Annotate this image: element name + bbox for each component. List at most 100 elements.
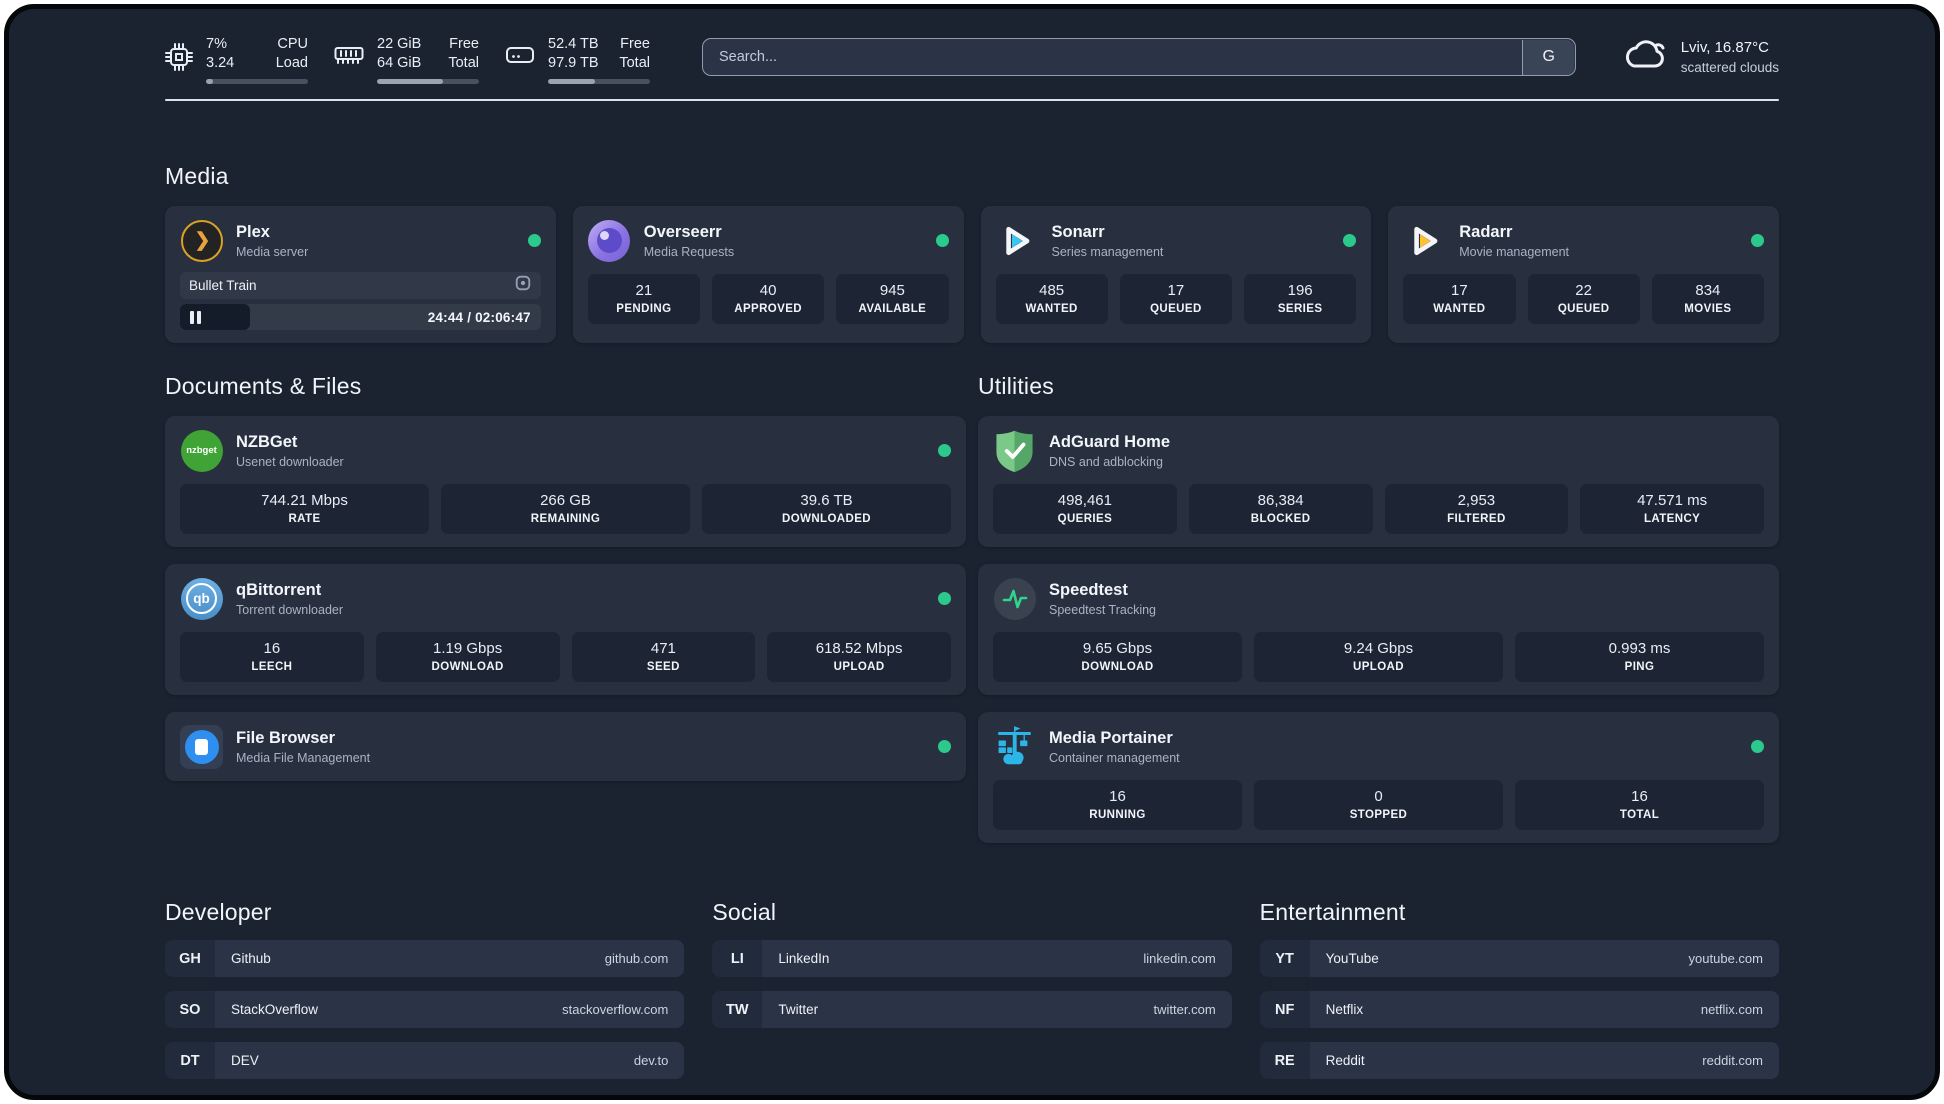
weather-condition: scattered clouds	[1680, 59, 1779, 75]
stat-box: 498,461 QUERIES	[993, 484, 1177, 535]
cpu-usage-value: 7%	[206, 36, 227, 52]
status-dot	[1751, 740, 1764, 754]
sonarr-icon	[996, 219, 1039, 262]
bookmark-name: Reddit	[1325, 1053, 1365, 1069]
speedtest-icon	[993, 577, 1036, 620]
disk-total-value: 97.9 TB	[548, 55, 599, 72]
service-card-portainer[interactable]: Media Portainer Container management 16 …	[978, 712, 1779, 844]
stat-box: 1.19 Gbps DOWNLOAD	[375, 632, 560, 683]
stat-box: 618.52 Mbps UPLOAD	[767, 632, 951, 683]
section-documents: Documents & Files nzbget NZBGet Usenet d…	[165, 373, 966, 782]
radarr-icon	[1403, 219, 1446, 262]
section-social: Social LI LinkedIn linkedin.com TW Twitt…	[712, 899, 1232, 1079]
topbar-divider	[165, 99, 1779, 102]
playback-time: 24:44 / 02:06:47	[427, 309, 531, 325]
memory-free-value: 22 GiB	[377, 36, 422, 52]
bookmark-url: dev.to	[633, 1053, 669, 1069]
entertainment-section-title: Entertainment	[1259, 899, 1406, 926]
search-bar: G	[702, 38, 1576, 76]
stat-box: 9.65 Gbps DOWNLOAD	[993, 632, 1242, 683]
nzbget-icon: nzbget	[180, 429, 223, 472]
bookmark-stackoverflow[interactable]: SO StackOverflow stackoverflow.com	[165, 991, 685, 1029]
dashboard-content: 7% 3.24 CPU Load 22 GiB 64 GiB Free Tota…	[9, 9, 1935, 1095]
service-card-qbittorrent[interactable]: qb qBittorrent Torrent downloader 16 LEE…	[165, 564, 966, 696]
bookmark-url: netflix.com	[1700, 1002, 1763, 1018]
cpu-load-label: Load	[275, 55, 308, 72]
pause-icon[interactable]	[190, 310, 201, 324]
bookmark-youtube[interactable]: YT YouTube youtube.com	[1259, 940, 1779, 978]
bookmark-netflix[interactable]: NF Netflix netflix.com	[1259, 991, 1779, 1029]
stat-box: 0 STOPPED	[1254, 780, 1503, 831]
service-description: DNS and adblocking	[1049, 454, 1163, 469]
search-input[interactable]	[702, 38, 1576, 76]
stat-box: 22 QUEUED	[1527, 274, 1640, 325]
bookmark-abbr: RE	[1259, 1042, 1310, 1080]
bookmark-url: reddit.com	[1702, 1053, 1763, 1069]
service-description: Series management	[1051, 244, 1164, 259]
qbittorrent-icon: qb	[180, 577, 223, 620]
portainer-icon	[993, 725, 1036, 768]
section-entertainment: Entertainment YT YouTube youtube.com NF …	[1259, 899, 1779, 1080]
plex-now-playing: Bullet Train 24:44 / 02:06:47	[180, 272, 541, 331]
memory-free-label: Free	[449, 36, 479, 52]
disk-free-label: Free	[620, 36, 650, 52]
service-description: Movie management	[1459, 244, 1570, 259]
documents-section-title: Documents & Files	[165, 373, 362, 400]
service-name: File Browser	[236, 728, 336, 747]
section-utilities: Utilities AdGuard Home DNS and adblockin…	[978, 373, 1779, 844]
bookmark-linkedin[interactable]: LI LinkedIn linkedin.com	[712, 940, 1232, 978]
service-card-speedtest[interactable]: Speedtest Speedtest Tracking 9.65 Gbps D…	[978, 564, 1779, 696]
status-dot	[1751, 234, 1764, 248]
service-name: NZBGet	[236, 432, 298, 451]
bookmark-abbr: SO	[165, 991, 215, 1029]
stat-box: 16 LEECH	[180, 632, 364, 683]
status-dot	[938, 592, 951, 606]
stat-box: 834 MOVIES	[1651, 274, 1764, 325]
stat-box: 39.6 TB DOWNLOADED	[702, 484, 951, 535]
disk-icon	[505, 43, 535, 84]
bookmark-abbr: YT	[1259, 940, 1310, 978]
bookmark-reddit[interactable]: RE Reddit reddit.com	[1259, 1042, 1779, 1080]
service-card-radarr[interactable]: Radarr Movie management 17 WANTED 22 QUE…	[1388, 206, 1779, 344]
bookmark-url: twitter.com	[1153, 1002, 1216, 1018]
bookmark-url: github.com	[604, 951, 669, 967]
status-dot	[1343, 234, 1357, 248]
service-card-sonarr[interactable]: Sonarr Series management 485 WANTED 17 Q…	[980, 206, 1372, 344]
bookmark-abbr: NF	[1259, 991, 1310, 1029]
memory-total-value: 64 GiB	[377, 55, 422, 72]
filebrowser-icon	[180, 724, 223, 769]
service-card-filebrowser[interactable]: File Browser Media File Management	[165, 712, 966, 782]
bookmark-url: stackoverflow.com	[562, 1002, 669, 1018]
bookmark-url: linkedin.com	[1143, 951, 1216, 967]
cpu-icon	[165, 43, 193, 84]
bookmark-dev[interactable]: DT DEV dev.to	[165, 1042, 685, 1080]
now-playing-title: Bullet Train	[189, 278, 257, 294]
service-description: Container management	[1049, 750, 1180, 765]
bookmark-twitter[interactable]: TW Twitter twitter.com	[712, 991, 1232, 1029]
stat-box: 21 PENDING	[587, 274, 700, 325]
memory-total-label: Total	[448, 55, 479, 72]
stat-box: 485 WANTED	[995, 274, 1108, 325]
developer-section-title: Developer	[165, 899, 272, 926]
disk-total-label: Total	[619, 55, 650, 72]
top-bar: 7% 3.24 CPU Load 22 GiB 64 GiB Free Tota…	[165, 35, 1779, 85]
service-name: Overseerr	[643, 222, 722, 241]
service-description: Media server	[236, 244, 309, 259]
stat-box: 47.571 ms LATENCY	[1580, 484, 1764, 535]
cpu-progress-bar	[206, 79, 308, 85]
disk-free-value: 52.4 TB	[548, 36, 599, 52]
cast-icon	[514, 274, 532, 297]
service-name: Media Portainer	[1049, 728, 1173, 747]
stat-box: 86,384 BLOCKED	[1188, 484, 1373, 535]
status-dot	[938, 740, 951, 754]
service-card-plex[interactable]: ❯ Plex Media server Bullet Train 24:44 /…	[165, 206, 556, 344]
bookmark-abbr: DT	[165, 1042, 215, 1080]
service-card-nzbget[interactable]: nzbget NZBGet Usenet downloader 744.21 M…	[165, 416, 966, 548]
service-name: Radarr	[1459, 222, 1513, 241]
service-card-overseerr[interactable]: Overseerr Media Requests 21 PENDING 40 A…	[572, 206, 964, 344]
service-card-adguard[interactable]: AdGuard Home DNS and adblocking 498,461 …	[978, 416, 1779, 548]
stat-box: 17 QUEUED	[1119, 274, 1232, 325]
bookmark-name: Netflix	[1325, 1002, 1364, 1018]
google-search-button[interactable]: G	[1522, 39, 1575, 75]
bookmark-github[interactable]: GH Github github.com	[165, 940, 685, 978]
